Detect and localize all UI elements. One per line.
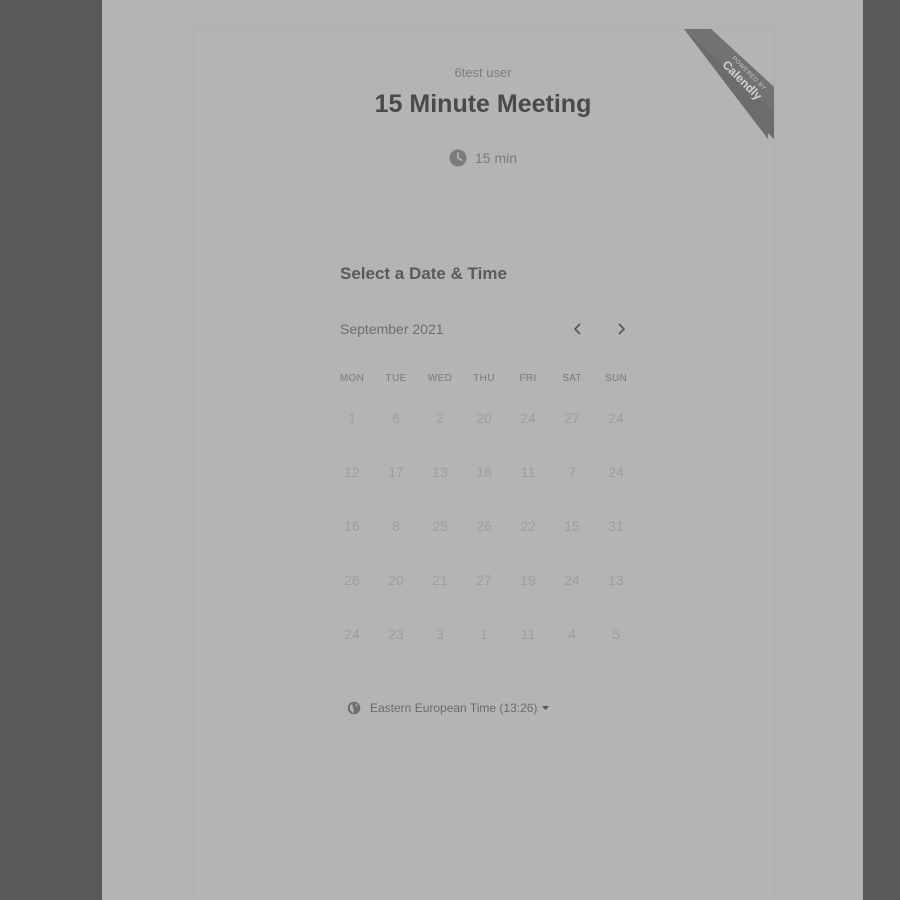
calendar-day: 26 <box>344 572 360 588</box>
weekday-label: TUE <box>385 373 407 384</box>
timezone-label: Eastern European Time (13:26) <box>370 701 538 715</box>
calendar-day: 25 <box>432 518 448 534</box>
calendar-day: 6 <box>392 410 400 426</box>
globe-icon <box>347 701 361 715</box>
calendar-day: 21 <box>432 572 448 588</box>
calendar-day: 24 <box>344 626 360 642</box>
duration-label: 15 min <box>475 150 518 166</box>
calendar-day: 1 <box>480 626 488 642</box>
powered-by-calendly-badge[interactable]: POWERED BY Calendly <box>684 29 774 139</box>
calendar-day: 4 <box>568 626 576 642</box>
calendar-day: 5 <box>612 626 620 642</box>
calendar-day: 11 <box>520 464 536 480</box>
weekday-label: SAT <box>562 373 582 384</box>
event-duration: 15 min <box>449 147 517 169</box>
calendar-day: 26 <box>476 518 492 534</box>
weekday-label: FRI <box>519 373 537 384</box>
calendar-day: 7 <box>568 464 576 480</box>
calendar-day: 1 <box>348 410 356 426</box>
calendar-day: 20 <box>388 572 404 588</box>
calendar-day: 23 <box>388 626 404 642</box>
weekday-label: MON <box>339 373 365 384</box>
calendar-day: 13 <box>432 464 448 480</box>
clock-icon <box>449 149 467 167</box>
calendar-day: 24 <box>608 410 624 426</box>
weekday-label: SUN <box>604 373 627 384</box>
caret-down-icon <box>542 705 550 710</box>
calendar-day: 24 <box>520 410 536 426</box>
calendar-grid: 1 6 2 20 24 27 24 12 17 13 18 11 7 24 16 8 25 26 22 15 31 26 2… <box>330 400 638 670</box>
next-month-button[interactable] <box>610 318 632 340</box>
calendar-day: 31 <box>608 518 624 534</box>
calendar-day: 17 <box>388 464 404 480</box>
calendar-day: 20 <box>476 410 492 426</box>
previous-month-button[interactable] <box>567 318 589 340</box>
calendar-day: 15 <box>564 518 580 534</box>
calendar-day: 3 <box>436 626 444 642</box>
event-title: 15 Minute Meeting <box>374 90 592 118</box>
chevron-left-icon <box>573 323 581 335</box>
weekday-label: THU <box>473 373 495 384</box>
select-date-heading: Select a Date & Time <box>340 264 507 283</box>
calendar-day: 2 <box>436 410 444 426</box>
calendar-day: 24 <box>564 572 580 588</box>
calendar-day: 16 <box>344 518 360 534</box>
calendar-day: 11 <box>520 626 536 642</box>
calendar-day: 27 <box>476 572 492 588</box>
calendar-day: 24 <box>608 464 624 480</box>
calendar-day: 12 <box>344 464 360 480</box>
calendar-day: 27 <box>564 410 580 426</box>
organizer-name: 6test user <box>454 65 512 80</box>
calendar-day: 13 <box>608 572 624 588</box>
calendar-day: 22 <box>520 518 536 534</box>
calendar-day: 19 <box>520 572 536 588</box>
timezone-selector[interactable]: Eastern European Time (13:26) <box>347 698 558 718</box>
weekday-label: WED <box>427 373 453 384</box>
calendar-day: 18 <box>476 464 492 480</box>
weekday-header: MON TUE WED THU FRI SAT SUN <box>330 373 638 384</box>
month-label: September 2021 <box>340 321 444 337</box>
chevron-right-icon <box>618 323 626 335</box>
calendar-day: 8 <box>392 518 400 534</box>
